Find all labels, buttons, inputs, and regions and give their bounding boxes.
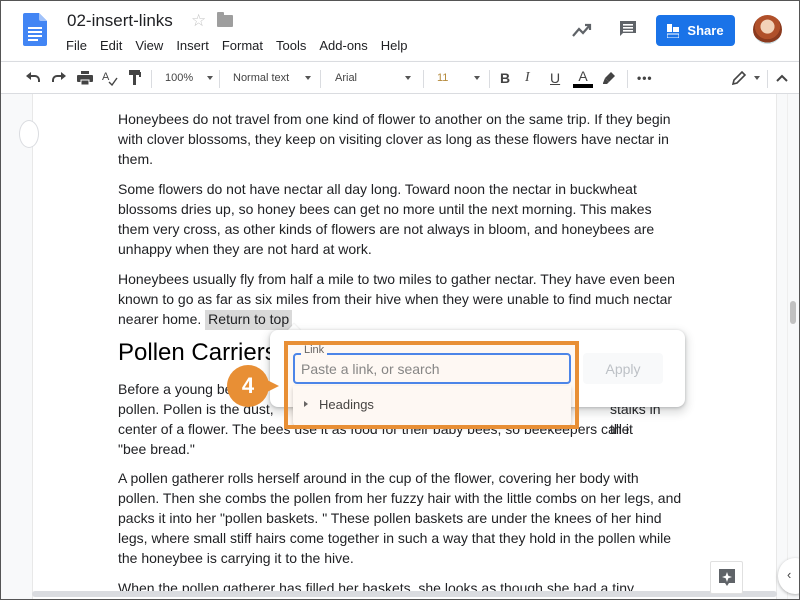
header: 02-insert-links ☆ File Edit View Insert … — [1, 1, 799, 61]
explore-icon — [718, 568, 735, 586]
menu-tools[interactable]: Tools — [276, 38, 313, 53]
apply-button[interactable]: Apply — [583, 353, 663, 384]
chevron-down-icon — [474, 76, 481, 80]
style-value: Normal text — [233, 72, 290, 84]
toolbar-divider — [627, 70, 628, 88]
folder-icon[interactable] — [217, 12, 233, 27]
svg-text:A: A — [102, 71, 110, 83]
document-body[interactable]: Honeybees do not travel from one kind of… — [118, 109, 683, 339]
print-icon[interactable] — [77, 62, 93, 94]
zoom-value: 100% — [165, 72, 194, 84]
toolbar-divider — [489, 70, 490, 88]
menu-addons[interactable]: Add-ons — [319, 38, 374, 53]
chevron-down-icon — [754, 76, 760, 80]
horizontal-scrollbar[interactable] — [32, 591, 777, 597]
redo-icon[interactable] — [51, 62, 67, 94]
share-button[interactable]: Share — [656, 15, 735, 46]
undo-icon[interactable] — [25, 62, 41, 94]
caret-right-icon — [304, 401, 308, 407]
menu-insert[interactable]: Insert — [176, 38, 216, 53]
font-size-select[interactable]: 11 — [437, 62, 481, 94]
font-value: Arial — [335, 72, 358, 84]
bold-icon[interactable]: B — [500, 62, 510, 94]
outline-toggle[interactable] — [19, 120, 39, 148]
paragraph-text: Honeybees usually fly from half a mile t… — [118, 271, 675, 327]
zoom-select[interactable]: 100% — [165, 62, 214, 94]
menu-view[interactable]: View — [135, 38, 170, 53]
paragraph-style-select[interactable]: Normal text — [233, 62, 312, 94]
chevron-down-icon — [405, 76, 412, 80]
explore-button[interactable] — [710, 561, 743, 594]
chevron-down-icon — [305, 76, 312, 80]
paragraph: Honeybees do not travel from one kind of… — [118, 111, 671, 167]
share-label: Share — [687, 23, 724, 38]
user-avatar[interactable] — [753, 15, 782, 44]
underline-icon[interactable]: U — [550, 62, 560, 94]
toolbar-divider — [423, 70, 424, 88]
highlight-icon[interactable] — [602, 62, 616, 94]
font-size-value: 11 — [437, 72, 449, 84]
link-field-label: Link — [301, 344, 328, 357]
lock-people-icon — [667, 23, 680, 38]
activity-trend-icon[interactable] — [571, 21, 593, 39]
link-field[interactable] — [293, 353, 571, 384]
more-icon[interactable]: ••• — [637, 62, 653, 94]
comment-icon[interactable] — [618, 19, 638, 39]
dropdown-item-label: Headings — [319, 396, 374, 412]
paragraph: Honeybees usually fly from half a mile t… — [118, 269, 683, 330]
toolbar: A 100% Normal text Arial 11 B I U A ••• — [1, 61, 799, 94]
text-color-swatch — [573, 83, 593, 88]
app-window: 02-insert-links ☆ File Edit View Insert … — [0, 0, 800, 600]
toolbar-divider — [151, 70, 152, 88]
italic-icon[interactable]: I — [525, 62, 530, 94]
scrollbar-thumb[interactable] — [790, 301, 796, 324]
toolbar-divider — [219, 70, 220, 88]
text-color-glyph: A — [578, 67, 588, 84]
toolbar-divider — [767, 70, 768, 88]
menu-file[interactable]: File — [66, 38, 94, 53]
link-suggestions-dropdown: Headings — [293, 386, 571, 426]
chevron-down-icon — [207, 76, 214, 80]
dropdown-item-headings[interactable]: Headings — [293, 386, 571, 422]
spellcheck-icon[interactable]: A — [102, 62, 118, 94]
menu-edit[interactable]: Edit — [100, 38, 129, 53]
editing-mode-icon[interactable] — [732, 62, 760, 94]
chevron-left-icon: ‹ — [787, 567, 792, 582]
step-badge: 4 — [227, 365, 269, 407]
document-title[interactable]: 02-insert-links — [67, 11, 173, 31]
font-select[interactable]: Arial — [335, 62, 412, 94]
menu-format[interactable]: Format — [222, 38, 270, 53]
google-docs-icon[interactable] — [23, 13, 47, 46]
paragraph: Some flowers do not have nectar all day … — [118, 181, 655, 257]
link-input[interactable] — [301, 359, 561, 379]
paragraph: A pollen gatherer rolls herself around i… — [118, 470, 682, 566]
menu-help[interactable]: Help — [381, 38, 415, 53]
star-icon[interactable]: ☆ — [191, 11, 206, 31]
menu-bar: File Edit View Insert Format Tools Add-o… — [66, 38, 421, 53]
collapse-icon[interactable] — [776, 62, 788, 94]
vertical-scrollbar[interactable] — [787, 94, 799, 599]
line: "bee bread." — [118, 441, 195, 457]
selected-text[interactable]: Return to top — [205, 310, 293, 330]
paint-format-icon[interactable] — [129, 62, 141, 94]
toolbar-divider — [320, 70, 321, 88]
text-color-icon[interactable]: A — [573, 62, 593, 94]
